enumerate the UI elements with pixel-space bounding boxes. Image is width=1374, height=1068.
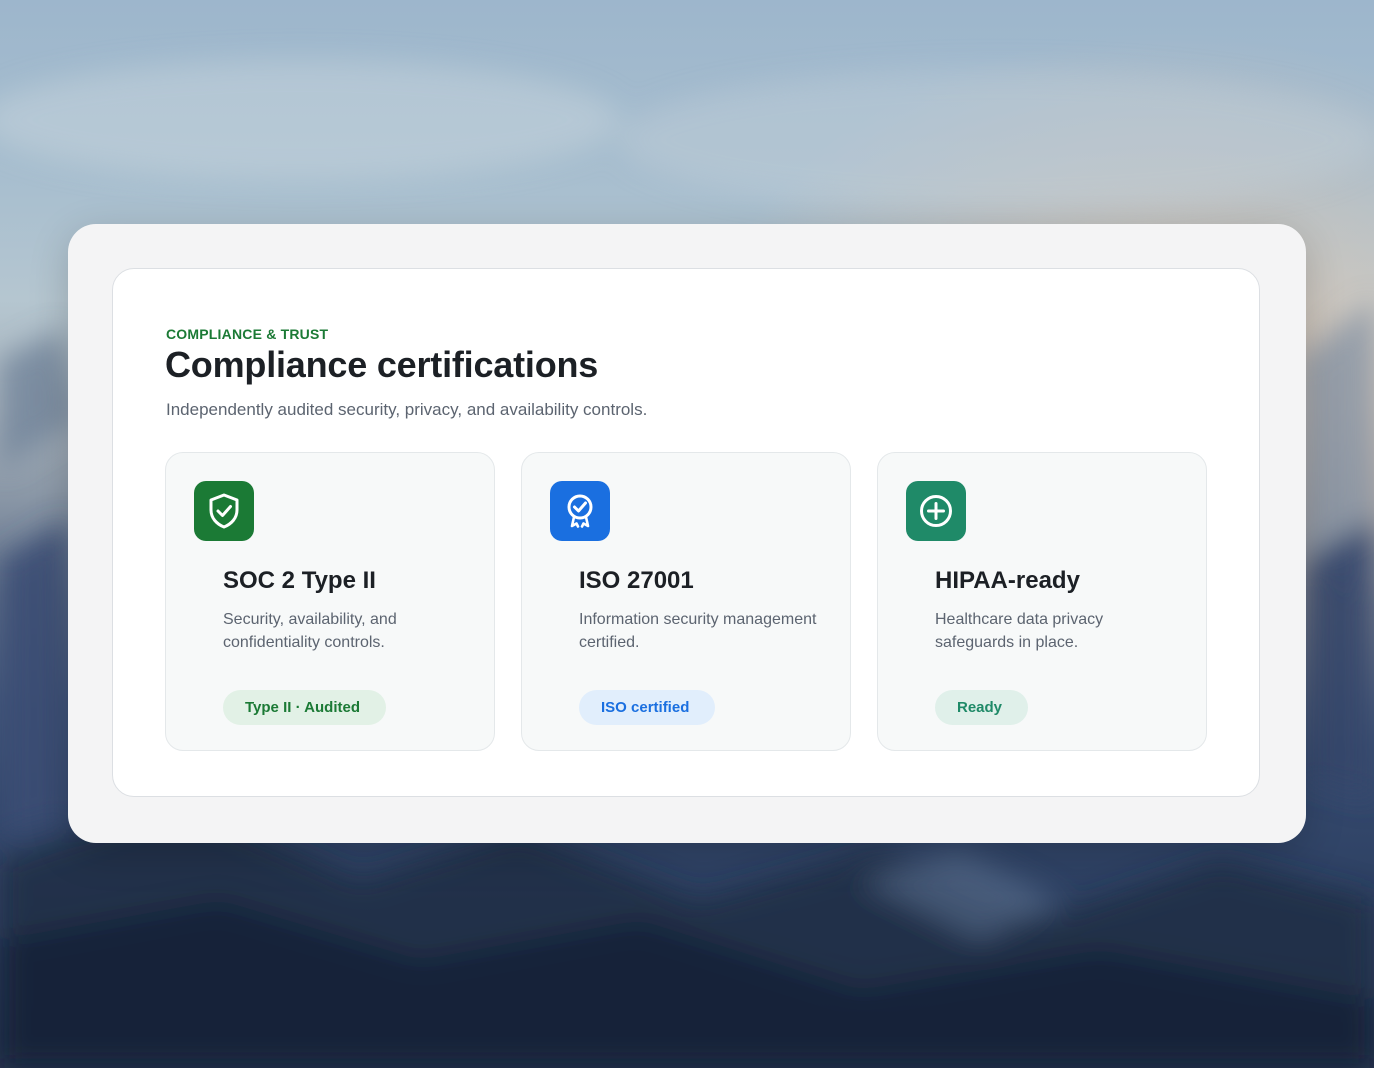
- certification-title: SOC 2 Type II: [223, 567, 376, 594]
- status-badge: Type II · Audited: [223, 690, 386, 725]
- shield-check-icon: [194, 481, 254, 541]
- certification-tile-iso27001: ISO 27001 Information security managemen…: [521, 452, 851, 751]
- certification-description: Security, availability, and confidential…: [223, 611, 397, 651]
- page-title: Compliance certifications: [165, 344, 599, 385]
- status-badge: Ready: [935, 690, 1029, 725]
- compliance-card: COMPLIANCE & TRUST Compliance certificat…: [112, 268, 1260, 797]
- certification-tile-hipaa: HIPAA-ready Healthcare data privacy safe…: [877, 452, 1207, 751]
- section-eyebrow: COMPLIANCE & TRUST: [166, 326, 329, 342]
- certification-title: HIPAA-ready: [935, 567, 1080, 594]
- modal-frame: COMPLIANCE & TRUST Compliance certificat…: [68, 224, 1306, 843]
- certification-title: ISO 27001: [579, 567, 694, 594]
- plus-circle-icon: [906, 481, 966, 541]
- certification-description: Healthcare data privacy safeguards in pl…: [935, 611, 1104, 651]
- section-subtitle: Independently audited security, privacy,…: [166, 400, 648, 419]
- status-badge: ISO certified: [579, 690, 716, 725]
- certification-description: Information security management certifie…: [579, 611, 817, 651]
- certification-tile-soc2: SOC 2 Type II Security, availability, an…: [165, 452, 495, 751]
- award-ribbon-icon: [550, 481, 610, 541]
